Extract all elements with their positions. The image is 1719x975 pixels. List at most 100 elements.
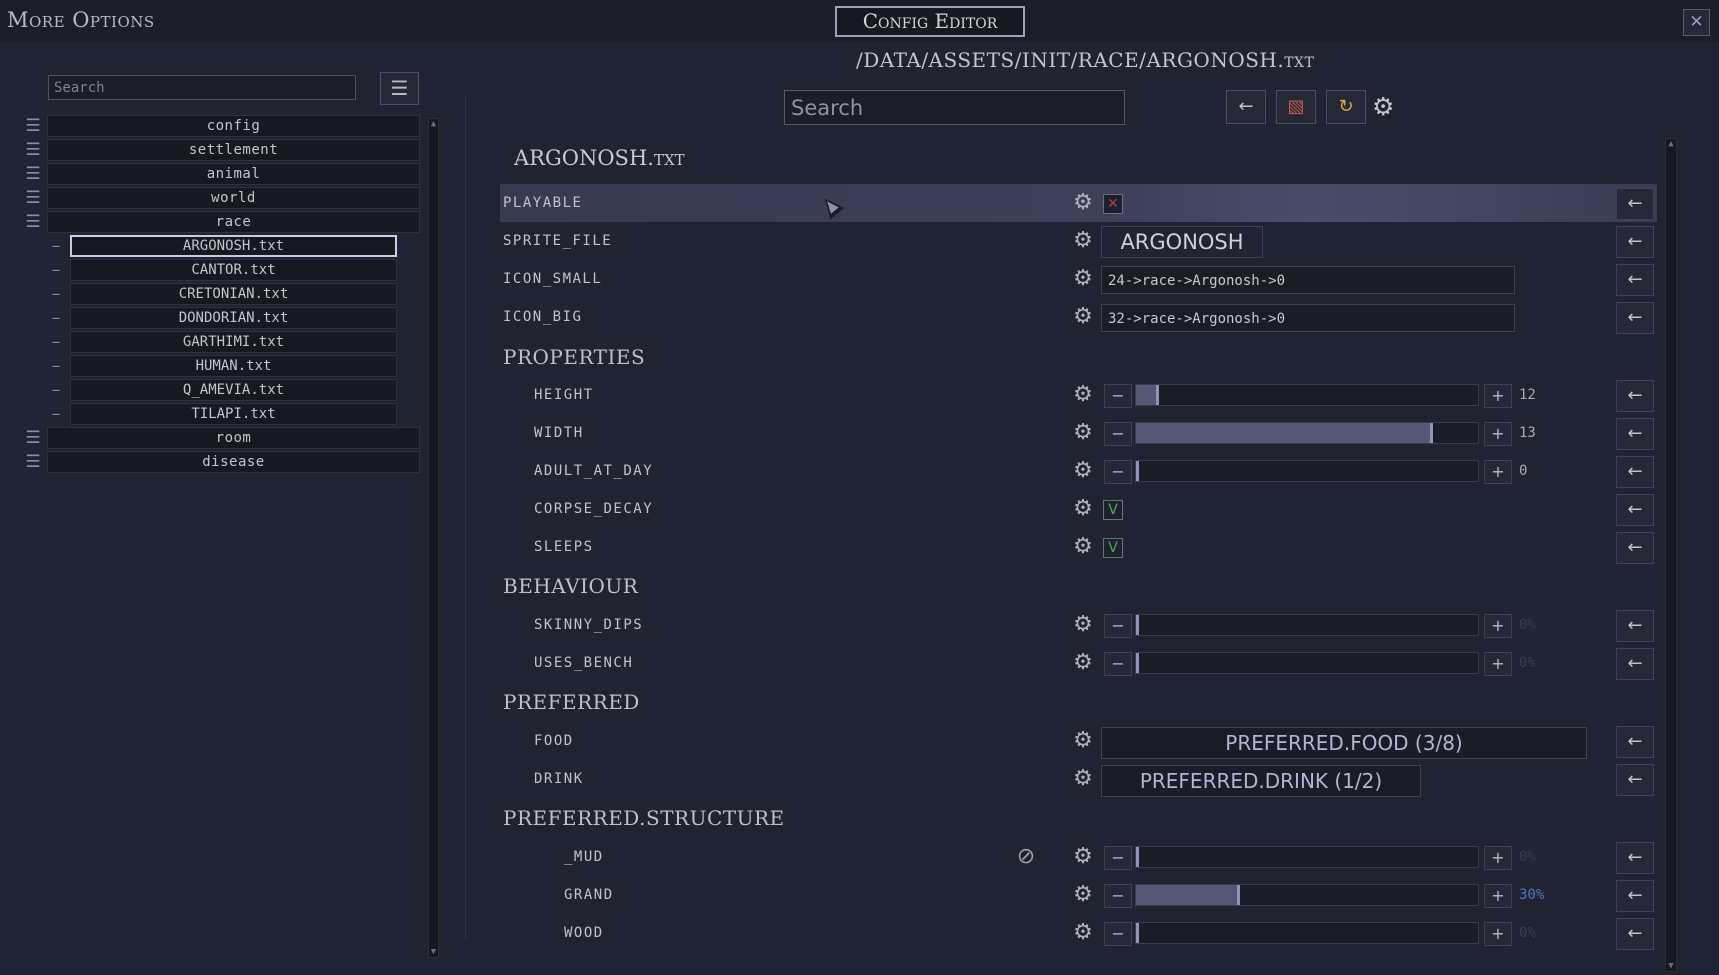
corpse-decay-gear-icon[interactable]: ⚙ (1071, 497, 1095, 521)
playable-checkbox[interactable]: ✕ (1103, 194, 1123, 214)
adult-at-day-increment-button[interactable]: + (1484, 460, 1512, 484)
grand-decrement-button[interactable]: − (1104, 884, 1132, 908)
icon-big-field[interactable]: 32->race->Argonosh->0 (1101, 304, 1515, 332)
scroll-up-icon[interactable]: ▲ (1666, 139, 1676, 149)
drag-handle-icon[interactable]: ☰ (25, 162, 41, 186)
height-slider[interactable] (1135, 384, 1479, 406)
icon-small-reset-button[interactable]: ← (1616, 264, 1654, 296)
folder-room[interactable]: room (47, 427, 420, 449)
mud-slider[interactable] (1135, 846, 1479, 868)
adult-at-day-decrement-button[interactable]: − (1104, 460, 1132, 484)
sleeps-reset-button[interactable]: ← (1616, 532, 1654, 564)
mud-increment-button[interactable]: + (1484, 846, 1512, 870)
adult-at-day-slider[interactable] (1135, 460, 1479, 482)
width-increment-button[interactable]: + (1484, 422, 1512, 446)
width-gear-icon[interactable]: ⚙ (1071, 421, 1095, 445)
folder-settlement[interactable]: settlement (47, 139, 420, 161)
icon-big-gear-icon[interactable]: ⚙ (1071, 305, 1095, 329)
playable-gear-icon[interactable]: ⚙ (1071, 191, 1095, 215)
mud-gear-icon[interactable]: ⚙ (1071, 845, 1095, 869)
drag-handle-icon[interactable]: ☰ (25, 426, 41, 450)
file-item[interactable]: Q_AMEVIA.txt (70, 379, 397, 401)
file-item[interactable]: TILAPI.txt (70, 403, 397, 425)
file-item[interactable]: GARTHIMI.txt (70, 331, 397, 353)
editor-search-input[interactable]: Search (784, 90, 1125, 125)
icon-small-gear-icon[interactable]: ⚙ (1071, 267, 1095, 291)
wood-decrement-button[interactable]: − (1104, 922, 1132, 946)
folder-config[interactable]: config (47, 115, 420, 137)
skinny-dips-gear-icon[interactable]: ⚙ (1071, 613, 1095, 637)
drink-reset-button[interactable]: ← (1616, 764, 1654, 796)
folder-disease[interactable]: disease (47, 451, 420, 473)
drag-handle-icon[interactable]: ☰ (25, 450, 41, 474)
sprite-file-value[interactable]: ARGONOSH (1101, 226, 1263, 258)
settings-gear-icon[interactable]: ⚙ (1372, 92, 1394, 121)
skinny-dips-slider[interactable] (1135, 614, 1479, 636)
wood-slider[interactable] (1135, 922, 1479, 944)
wood-increment-button[interactable]: + (1484, 922, 1512, 946)
corpse-decay-reset-button[interactable]: ← (1616, 494, 1654, 526)
adult-at-day-gear-icon[interactable]: ⚙ (1071, 459, 1095, 483)
wood-gear-icon[interactable]: ⚙ (1071, 921, 1095, 945)
file-item[interactable]: ARGONOSH.txt (70, 235, 397, 257)
scroll-up-icon[interactable]: ▲ (429, 119, 438, 129)
grand-slider[interactable] (1135, 884, 1479, 906)
folder-animal[interactable]: animal (47, 163, 420, 185)
uses-bench-decrement-button[interactable]: − (1104, 652, 1132, 676)
reload-button[interactable]: ↻ (1326, 90, 1366, 124)
menu-icon[interactable]: ☰ (380, 72, 419, 105)
adult-at-day-reset-button[interactable]: ← (1616, 456, 1654, 488)
close-icon[interactable]: ✕ (1683, 9, 1710, 36)
corpse-decay-checkbox[interactable]: V (1103, 500, 1123, 520)
file-item[interactable]: HUMAN.txt (70, 355, 397, 377)
file-item[interactable]: DONDORIAN.txt (70, 307, 397, 329)
sprite-file-reset-button[interactable]: ← (1616, 226, 1654, 258)
grand-gear-icon[interactable]: ⚙ (1071, 883, 1095, 907)
sleeps-checkbox[interactable]: V (1103, 538, 1123, 558)
icon-small-field[interactable]: 24->race->Argonosh->0 (1101, 266, 1515, 294)
skinny-dips-reset-button[interactable]: ← (1616, 610, 1654, 642)
scroll-down-icon[interactable]: ▼ (429, 947, 438, 957)
icon-big-reset-button[interactable]: ← (1616, 302, 1654, 334)
preferred-drink-button[interactable]: PREFERRED.DRINK (1/2) (1101, 765, 1421, 797)
mud-decrement-button[interactable]: − (1104, 846, 1132, 870)
width-reset-button[interactable]: ← (1616, 418, 1654, 450)
drag-handle-icon[interactable]: ☰ (25, 114, 41, 138)
skinny-dips-increment-button[interactable]: + (1484, 614, 1512, 638)
sprite-file-gear-icon[interactable]: ⚙ (1071, 229, 1095, 253)
file-item[interactable]: CRETONIAN.txt (70, 283, 397, 305)
toggle-view-button[interactable]: ▧ (1276, 90, 1316, 124)
width-slider[interactable] (1135, 422, 1479, 444)
playable-reset-button[interactable]: ← (1616, 188, 1654, 220)
scroll-down-icon[interactable]: ▼ (1666, 961, 1676, 971)
folder-race[interactable]: race (47, 211, 420, 233)
uses-bench-slider[interactable] (1135, 652, 1479, 674)
drag-handle-icon[interactable]: ☰ (25, 210, 41, 234)
left-search-input[interactable]: Search (48, 75, 356, 100)
height-reset-button[interactable]: ← (1616, 380, 1654, 412)
preferred-food-button[interactable]: PREFERRED.FOOD (3/8) (1101, 727, 1587, 759)
skinny-dips-decrement-button[interactable]: − (1104, 614, 1132, 638)
height-gear-icon[interactable]: ⚙ (1071, 383, 1095, 407)
drag-handle-icon[interactable]: ☰ (25, 138, 41, 162)
right-scrollbar[interactable]: ▲ ▼ (1665, 138, 1677, 972)
food-reset-button[interactable]: ← (1616, 726, 1654, 758)
grand-reset-button[interactable]: ← (1616, 880, 1654, 912)
uses-bench-increment-button[interactable]: + (1484, 652, 1512, 676)
left-scrollbar[interactable]: ▲ ▼ (428, 118, 439, 958)
width-decrement-button[interactable]: − (1104, 422, 1132, 446)
mud-reset-button[interactable]: ← (1616, 842, 1654, 874)
file-item[interactable]: CANTOR.txt (70, 259, 397, 281)
drink-gear-icon[interactable]: ⚙ (1071, 767, 1095, 791)
height-increment-button[interactable]: + (1484, 384, 1512, 408)
food-gear-icon[interactable]: ⚙ (1071, 729, 1095, 753)
folder-world[interactable]: world (47, 187, 420, 209)
grand-increment-button[interactable]: + (1484, 884, 1512, 908)
wood-reset-button[interactable]: ← (1616, 918, 1654, 950)
disabled-icon[interactable]: ⊘ (1015, 846, 1037, 868)
uses-bench-reset-button[interactable]: ← (1616, 648, 1654, 680)
sleeps-gear-icon[interactable]: ⚙ (1071, 535, 1095, 559)
height-decrement-button[interactable]: − (1104, 384, 1132, 408)
back-arrow-button[interactable]: ← (1226, 90, 1266, 124)
uses-bench-gear-icon[interactable]: ⚙ (1071, 651, 1095, 675)
